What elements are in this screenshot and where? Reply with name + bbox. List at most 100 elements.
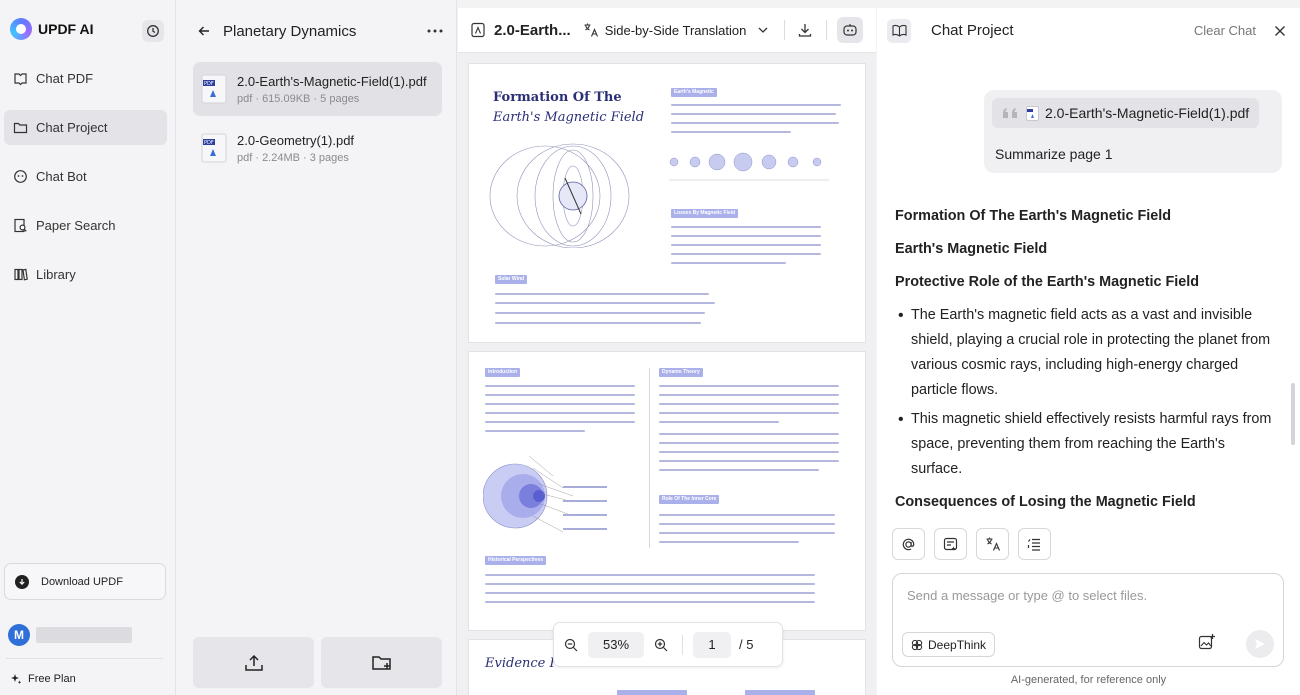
pdf-doc-icon [471, 22, 485, 38]
pdf-file-icon: PDF [201, 74, 227, 104]
file-item[interactable]: PDF 2.0-Geometry(1).pdf pdf · 2.24MB · 3… [193, 121, 442, 175]
zoom-in-icon[interactable] [654, 638, 668, 652]
magnetic-field-diagram [489, 143, 630, 248]
close-icon[interactable] [1274, 25, 1286, 37]
pdf-file-icon [1026, 105, 1039, 121]
toolbar-divider [826, 20, 828, 40]
answer-bullets: The Earth's magnetic field acts as a vas… [895, 303, 1280, 482]
chevron-down-icon[interactable] [758, 27, 768, 33]
send-button[interactable] [1246, 630, 1274, 658]
viewer-toolbar: 2.0-Earth... Side-by-Side Translation [458, 8, 876, 53]
upload-icon [244, 654, 263, 671]
summary-icon [943, 537, 958, 550]
main-nav: Chat PDF Chat Project Chat Bot Paper Sea… [4, 61, 167, 306]
add-image-icon[interactable] [1198, 633, 1216, 651]
file-name: 2.0-Geometry(1).pdf [237, 132, 355, 148]
book-icon [891, 24, 907, 37]
translate-button[interactable] [976, 528, 1009, 560]
list-item: The Earth's magnetic field acts as a vas… [898, 303, 1280, 403]
ai-assistant-button[interactable] [837, 17, 864, 43]
back-arrow-icon[interactable] [197, 24, 211, 38]
app-name: UPDF AI [38, 21, 94, 37]
chat-header: Chat Project Clear Chat [877, 8, 1300, 53]
svg-text:PDF: PDF [204, 140, 214, 146]
page-title-line1: Formation Of The [493, 90, 622, 105]
divider [6, 658, 163, 659]
translation-mode-select[interactable]: Side-by-Side Translation [605, 23, 747, 38]
page-title-line2: Earth's Magnetic Field [493, 110, 645, 125]
toggle-reader-button[interactable] [887, 18, 911, 43]
add-folder-icon [371, 655, 391, 670]
translate-icon [986, 537, 1000, 551]
attached-file-chip[interactable]: 2.0-Earth's-Magnetic-Field(1).pdf [992, 98, 1260, 128]
chat-panel: Chat Project Clear Chat 2.0-Earth's-Magn… [877, 8, 1300, 695]
ai-disclaimer: AI-generated, for reference only [1010, 674, 1167, 686]
ai-answer: Formation Of The Earth's Magnetic Field … [895, 204, 1280, 523]
chat-pdf-icon [12, 71, 28, 87]
section-tag: Historical Perspectives [485, 556, 547, 565]
left-sidebar: UPDF AI Chat PDF Chat Project Chat Bot P… [0, 0, 176, 695]
attached-file-name: 2.0-Earth's-Magnetic-Field(1).pdf [1045, 105, 1250, 121]
chat-input-box: DeepThink [892, 573, 1284, 667]
deepthink-label: DeepThink [928, 637, 987, 652]
history-button[interactable] [142, 20, 164, 42]
nav-label: Chat PDF [36, 71, 94, 86]
pdf-pages[interactable]: Formation Of The Earth's Magnetic Field … [468, 63, 866, 695]
file-item[interactable]: PDF 2.0-Earth's-Magnetic-Field(1).pdf pd… [193, 62, 442, 116]
plan-badge[interactable]: Free Plan [10, 673, 76, 685]
document-title[interactable]: 2.0-Earth... [494, 22, 571, 39]
section-tag: Earth's Magnetic [671, 88, 717, 97]
chat-tools [892, 528, 1051, 560]
planet-sizes-diagram [669, 152, 829, 181]
section-tag: Dynamo Theory [659, 368, 703, 377]
nav-item-library[interactable]: Library [4, 257, 167, 292]
answer-heading: Earth's Magnetic Field [895, 241, 1048, 257]
document-viewer: 2.0-Earth... Side-by-Side Translation Fo… [458, 8, 876, 695]
avatar: M [8, 624, 30, 646]
zoom-level[interactable]: 53% [588, 631, 644, 658]
toolbar-divider [784, 20, 786, 40]
download-updf-button[interactable]: Download UPDF [4, 563, 166, 600]
nav-label: Library [36, 267, 76, 282]
user-account[interactable]: M [8, 624, 132, 646]
zoom-out-icon[interactable] [564, 638, 578, 652]
more-icon[interactable] [427, 29, 443, 33]
svg-text:PDF: PDF [204, 81, 214, 87]
chat-title: Chat Project [931, 22, 1014, 39]
section-tag [745, 690, 815, 695]
send-icon [1255, 639, 1265, 649]
chat-scrollbar[interactable] [1291, 383, 1295, 445]
download-document-icon[interactable] [797, 22, 813, 38]
nav-item-chat-pdf[interactable]: Chat PDF [4, 61, 167, 96]
divider [682, 634, 683, 655]
nav-item-chat-project[interactable]: Chat Project [4, 110, 167, 145]
nav-label: Paper Search [36, 218, 116, 233]
file-meta: pdf · 2.24MB · 3 pages [237, 151, 349, 164]
add-folder-button[interactable] [321, 637, 442, 688]
section-tag: Losses By Magnetic Field [671, 209, 739, 218]
message-input[interactable] [907, 588, 1267, 612]
nav-label: Chat Project [36, 120, 108, 135]
download-icon [15, 574, 29, 589]
deepthink-icon [911, 639, 923, 650]
list-item: This magnetic shield effectively resists… [898, 407, 1280, 482]
user-message-text: Summarize page 1 [995, 146, 1113, 162]
summarize-button[interactable] [934, 528, 967, 560]
clear-chat-button[interactable]: Clear Chat [1194, 23, 1256, 38]
deepthink-toggle[interactable]: DeepThink [902, 632, 996, 657]
updf-logo-icon [10, 18, 32, 40]
quote-icon [1003, 108, 1017, 118]
library-icon [12, 267, 28, 283]
upload-file-button[interactable] [193, 637, 314, 688]
column-divider [649, 368, 650, 548]
page-number-input[interactable]: 1 [693, 631, 731, 658]
mention-button[interactable] [892, 528, 925, 560]
nav-item-paper-search[interactable]: Paper Search [4, 208, 167, 243]
translate-icon [584, 23, 598, 37]
explain-button[interactable] [1018, 528, 1051, 560]
zoom-controls: 53% 1 / 5 [553, 622, 783, 667]
answer-heading: Formation Of The Earth's Magnetic Field [895, 208, 1172, 224]
nav-item-chat-bot[interactable]: Chat Bot [4, 159, 167, 194]
pdf-page-1: Formation Of The Earth's Magnetic Field … [468, 63, 866, 343]
page-total: / 5 [739, 637, 754, 652]
